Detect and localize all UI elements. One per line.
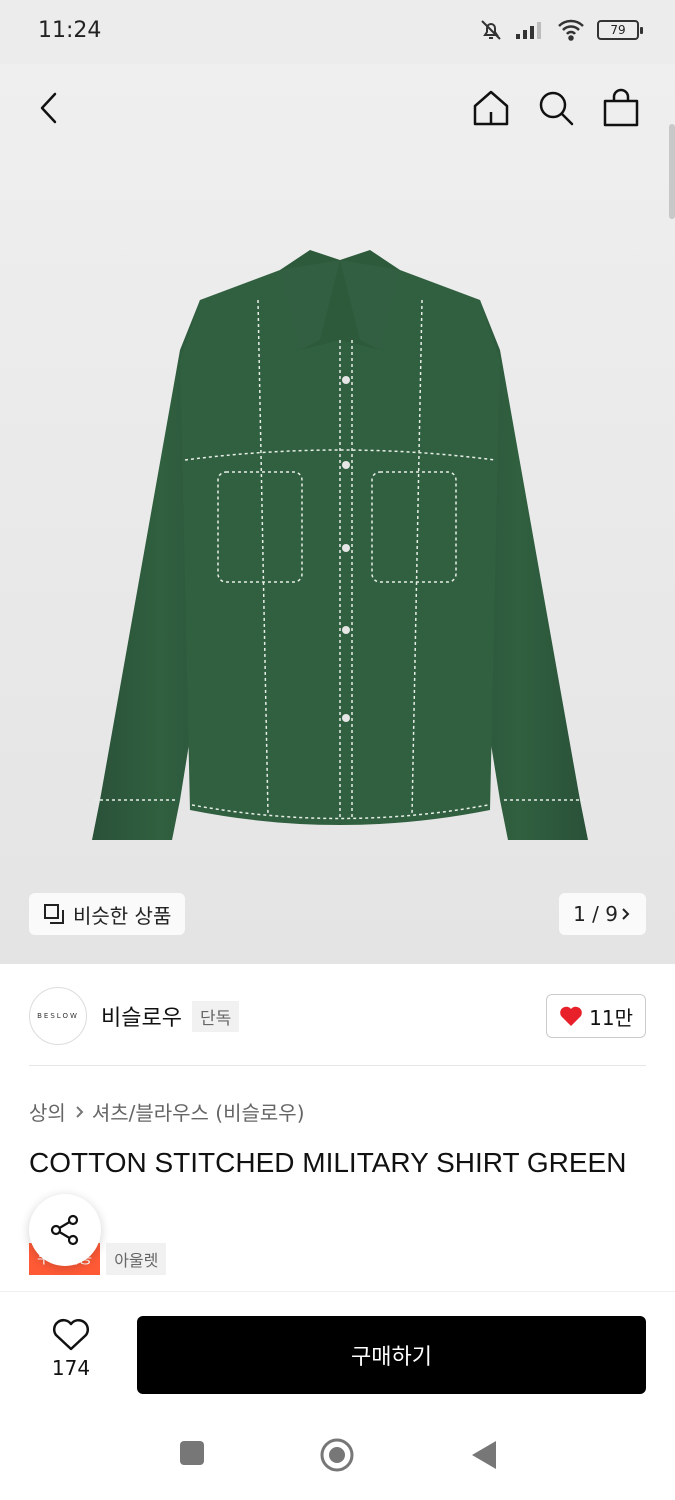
pager-text: 1 / 9 [573, 902, 618, 926]
breadcrumb-category[interactable]: 상의 [29, 1097, 66, 1126]
signal-icon [516, 22, 541, 39]
image-pager[interactable]: 1 / 9 [559, 893, 646, 935]
back-arrow-icon [40, 92, 57, 124]
wishlist-count: 174 [51, 1356, 91, 1380]
bell-off-icon [481, 20, 501, 40]
status-bar: 11:24 79 [0, 0, 675, 64]
status-icons: 79 [479, 18, 643, 42]
heart-outline-icon [53, 1319, 89, 1351]
scrollbar[interactable] [669, 124, 675, 219]
badge-outlet: 아울렛 [106, 1243, 167, 1275]
back-triangle-icon[interactable] [470, 1439, 498, 1471]
brand-like-count: 11만 [589, 1005, 633, 1030]
heart-filled-icon [560, 1006, 582, 1026]
chevron-right-icon [76, 1105, 84, 1118]
brand-like-button[interactable]: 11만 [546, 994, 646, 1038]
divider [29, 1065, 646, 1066]
recents-icon[interactable] [178, 1439, 206, 1467]
status-time: 11:24 [38, 18, 102, 43]
wishlist-button[interactable]: 174 [36, 1318, 106, 1380]
wifi-icon [558, 19, 584, 41]
shopping-bag-icon [603, 88, 639, 127]
brand-row: BESLOW 비슬로우 단독 11만 [29, 986, 646, 1046]
buy-button[interactable]: 구매하기 [137, 1316, 646, 1394]
purchase-bar: 174 구매하기 [0, 1291, 675, 1409]
share-button[interactable] [29, 1194, 101, 1266]
product-title: COTTON STITCHED MILITARY SHIRT GREEN [29, 1147, 627, 1178]
breadcrumb: 상의 셔츠/블라우스 (비슬로우) [29, 1097, 305, 1126]
chevron-right-icon [622, 908, 630, 920]
cart-button[interactable] [599, 86, 643, 130]
similar-products-button[interactable]: 비슷한 상품 [29, 893, 186, 935]
search-button[interactable] [534, 86, 578, 130]
similar-products-label: 비슷한 상품 [73, 903, 172, 928]
breadcrumb-subcategory[interactable]: 셔츠/블라우스 (비슬로우) [92, 1097, 305, 1126]
brand-tag: 단독 [191, 1000, 240, 1032]
brand-logo[interactable]: BESLOW [29, 987, 87, 1045]
battery-level: 79 [610, 23, 626, 37]
home-icon [473, 90, 509, 126]
home-circle-icon[interactable] [319, 1437, 355, 1473]
system-nav-bar [0, 1409, 675, 1500]
back-button[interactable] [28, 86, 72, 130]
share-icon [50, 1214, 79, 1246]
brand-logo-text: BESLOW [37, 1012, 79, 1020]
product-image[interactable] [80, 240, 600, 860]
brand-name[interactable]: 비슬로우 [101, 1000, 182, 1032]
search-icon [539, 91, 574, 126]
battery-icon: 79 [597, 20, 643, 40]
home-button[interactable] [469, 86, 513, 130]
copy-icon [44, 904, 64, 924]
